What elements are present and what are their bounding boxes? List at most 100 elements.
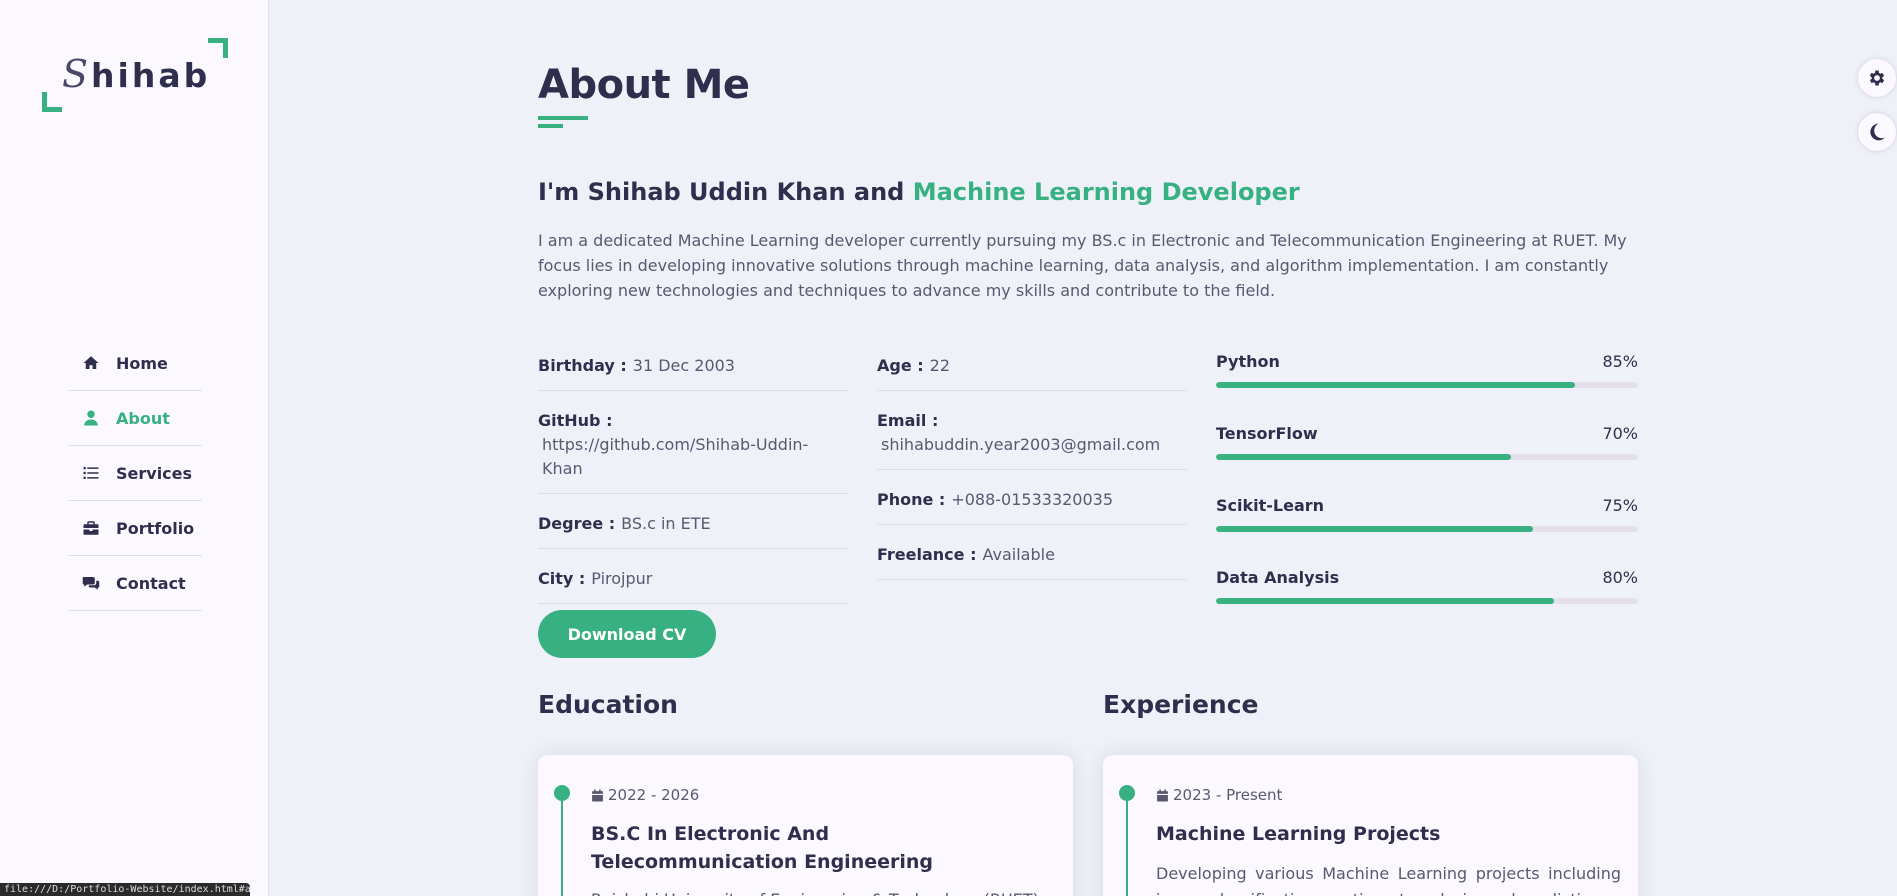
nav-item-about[interactable]: About xyxy=(68,391,202,446)
info-phone: Phone : +088-01533320035 xyxy=(877,482,1187,525)
info-label: Age : xyxy=(877,356,924,375)
page-title: About Me xyxy=(538,62,750,108)
skill-progress-track xyxy=(1216,454,1638,460)
logo-corner-bottom-left xyxy=(42,92,62,112)
intro-heading: I'm Shihab Uddin Khan and Machine Learni… xyxy=(538,178,1300,206)
briefcase-icon xyxy=(80,519,102,537)
download-cv-button[interactable]: Download CV xyxy=(538,610,716,658)
info-birthday: Birthday : 31 Dec 2003 xyxy=(538,348,848,391)
timeline-line xyxy=(1126,795,1128,896)
list-icon xyxy=(80,464,102,482)
info-freelance: Freelance : Available xyxy=(877,537,1187,580)
browser-status-url: file:///D:/Portfolio-Website/index.html#… xyxy=(0,883,250,896)
info-value: 22 xyxy=(929,356,951,375)
skill-progress-fill xyxy=(1216,382,1575,388)
personal-info-right: Age : 22 Email : shihabuddin.year2003@gmai… xyxy=(877,348,1187,592)
skill-percent: 70% xyxy=(1602,424,1638,443)
info-label: Phone : xyxy=(877,490,946,509)
info-github: GitHub : https://github.com/Shihab-Uddin-… xyxy=(538,403,848,494)
timeline-dot xyxy=(554,785,570,801)
education-title: Education xyxy=(538,690,678,719)
title-underline-short xyxy=(538,124,563,128)
moon-icon xyxy=(1870,123,1885,141)
skill-tensorflow: TensorFlow 70% xyxy=(1216,424,1638,496)
nav-item-services[interactable]: Services xyxy=(68,446,202,501)
timeline-date-text: 2023 - Present xyxy=(1173,786,1283,804)
education-timeline: 2022 - 2026 BS.C In Electronic And Telec… xyxy=(538,755,1073,896)
logo-text: Shihab xyxy=(62,52,210,96)
info-label: City : xyxy=(538,569,586,588)
experience-timeline: 2023 - Present Machine Learning Projects… xyxy=(1103,755,1638,896)
logo-rest: hihab xyxy=(91,56,211,95)
skill-scikit-learn: Scikit-Learn 75% xyxy=(1216,496,1638,568)
skill-name: Python xyxy=(1216,352,1280,371)
info-email: Email : shihabuddin.year2003@gmail.com xyxy=(877,403,1187,470)
nav-item-label: Portfolio xyxy=(116,518,195,538)
timeline-item-title: BS.C In Electronic And Telecommunication… xyxy=(591,823,933,873)
logo-corner-top-right xyxy=(208,38,228,58)
timeline-date: 2023 - Present xyxy=(1156,786,1282,804)
nav-item-contact[interactable]: Contact xyxy=(68,556,202,611)
calendar-icon xyxy=(1157,789,1168,801)
nav-item-label: Contact xyxy=(116,573,186,593)
gear-icon xyxy=(1869,70,1885,86)
info-value: BS.c in ETE xyxy=(621,514,711,533)
skill-progress-fill xyxy=(1216,598,1554,604)
skills-list: Python 85% TensorFlow 70% Scikit-Learn 7… xyxy=(1216,352,1638,640)
settings-button[interactable] xyxy=(1857,58,1897,98)
skill-percent: 80% xyxy=(1602,568,1638,587)
skill-name: Data Analysis xyxy=(1216,568,1340,587)
intro-role: Machine Learning Developer xyxy=(912,178,1300,206)
skill-name: TensorFlow xyxy=(1216,424,1318,443)
title-underline xyxy=(538,116,588,120)
skill-progress-fill xyxy=(1216,454,1512,460)
timeline-item-title: Machine Learning Projects xyxy=(1156,823,1441,845)
nav-item-portfolio[interactable]: Portfolio xyxy=(68,501,202,556)
skill-python: Python 85% xyxy=(1216,352,1638,424)
info-label: GitHub : xyxy=(538,411,613,430)
skill-percent: 85% xyxy=(1602,352,1638,371)
nav-item-label: Home xyxy=(116,353,168,373)
info-value: Pirojpur xyxy=(591,569,653,588)
nav-item-label: Services xyxy=(116,463,193,483)
info-value: +088-01533320035 xyxy=(951,490,1114,509)
timeline-date-text: 2022 - 2026 xyxy=(608,786,700,804)
info-age: Age : 22 xyxy=(877,348,1187,391)
skill-progress-track xyxy=(1216,382,1638,388)
info-degree: Degree : BS.c in ETE xyxy=(538,506,848,549)
skill-data-analysis: Data Analysis 80% xyxy=(1216,568,1638,640)
timeline-line xyxy=(561,795,563,896)
info-value: 31 Dec 2003 xyxy=(632,356,735,375)
user-icon xyxy=(80,409,102,427)
logo-first-letter: S xyxy=(62,52,92,96)
info-label: Freelance : xyxy=(877,545,977,564)
intro-paragraph: I am a dedicated Machine Learning develo… xyxy=(538,231,1627,300)
experience-title: Experience xyxy=(1103,690,1259,719)
info-city: City : Pirojpur xyxy=(538,561,848,604)
calendar-icon xyxy=(592,789,603,801)
timeline-item-text: Rajshahi University of Engineering & Tec… xyxy=(591,887,1056,896)
info-value: https://github.com/Shihab-Uddin-Khan xyxy=(542,435,809,478)
nav-item-home[interactable]: Home xyxy=(68,336,202,391)
sidebar: Shihab Home About Services Portfolio Con… xyxy=(0,0,269,896)
info-label: Email : xyxy=(877,411,939,430)
info-label: Degree : xyxy=(538,514,616,533)
intro-prefix: I'm Shihab Uddin Khan and xyxy=(538,178,913,206)
info-value: Available xyxy=(982,545,1055,564)
info-label: Birthday : xyxy=(538,356,627,375)
info-value: shihabuddin.year2003@gmail.com xyxy=(881,435,1161,454)
personal-info-left: Birthday : 31 Dec 2003 GitHub : https://gi… xyxy=(538,348,848,616)
timeline-dot xyxy=(1119,785,1135,801)
comments-icon xyxy=(80,574,102,592)
timeline-date: 2022 - 2026 xyxy=(591,786,699,804)
skill-progress-fill xyxy=(1216,526,1533,532)
skill-progress-track xyxy=(1216,598,1638,604)
theme-toggle-button[interactable] xyxy=(1857,112,1897,152)
skill-progress-track xyxy=(1216,526,1638,532)
skill-name: Scikit-Learn xyxy=(1216,496,1325,515)
skill-percent: 75% xyxy=(1602,496,1638,515)
home-icon xyxy=(80,354,102,372)
nav-item-label: About xyxy=(116,408,170,428)
logo[interactable]: Shihab xyxy=(42,38,228,112)
timeline-item-text: Developing various Machine Learning proj… xyxy=(1156,864,1621,896)
